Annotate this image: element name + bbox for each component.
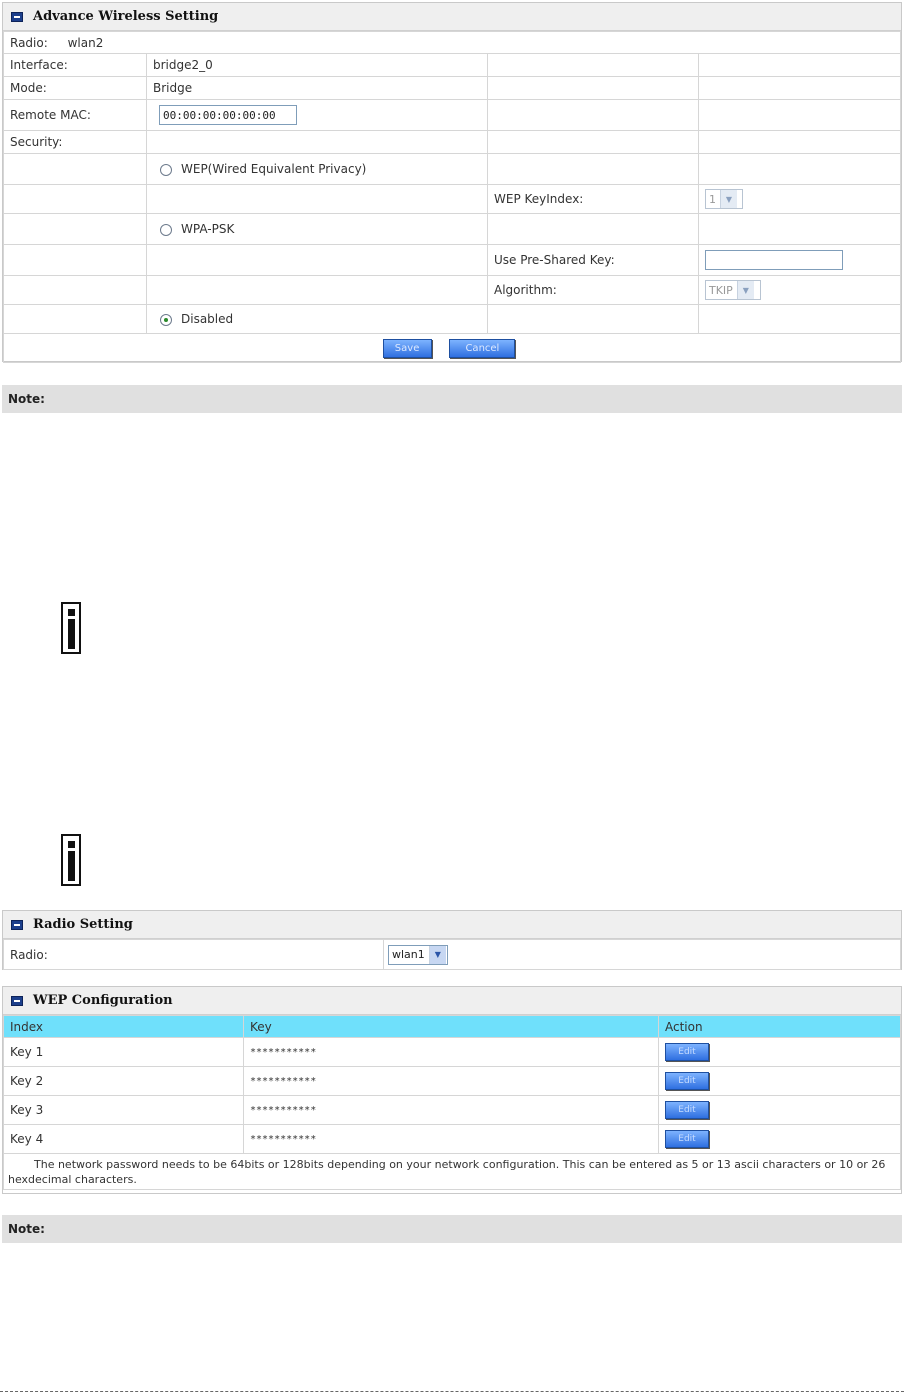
cancel-button[interactable]: Cancel [449, 338, 516, 358]
action-row: Save Cancel [3, 333, 901, 363]
note-bar-1: Note: [2, 385, 902, 413]
column-header: Index [3, 1015, 244, 1038]
remote-mac-input[interactable] [159, 105, 297, 125]
table-row: Key 2 *********** Edit [3, 1066, 901, 1096]
mode-value: Bridge [146, 76, 488, 100]
table-header-row: Index Key Action [3, 1015, 901, 1038]
table-row: Key 4 *********** Edit [3, 1124, 901, 1154]
radio-setting-header: Radio Setting [3, 911, 901, 939]
column-header: Key [243, 1015, 659, 1038]
key-index: Key 4 [3, 1124, 244, 1154]
wpa-option[interactable]: WPA-PSK [146, 213, 488, 245]
radio-label: Radio: [10, 35, 48, 50]
disabled-option[interactable]: Disabled [146, 304, 488, 334]
footnote-row: The network password needs to be 64bits … [3, 1153, 901, 1190]
dropdown-arrow-icon: ▼ [736, 281, 754, 299]
table-row: Key 1 *********** Edit [3, 1037, 901, 1067]
key-value: *********** [243, 1124, 659, 1154]
radio-select-value: wlan1 [392, 948, 425, 961]
key-value: *********** [243, 1037, 659, 1067]
algorithm-label: Algorithm: [487, 275, 699, 305]
table-row: Key 3 *********** Edit [3, 1095, 901, 1125]
radio-value: wlan2 [67, 35, 104, 50]
wep-keyindex-label: WEP KeyIndex: [487, 184, 699, 214]
edit-button[interactable]: Edit [665, 1130, 709, 1148]
save-button[interactable]: Save [382, 338, 432, 358]
wep-keyindex-value: 1 [709, 192, 716, 206]
dropdown-arrow-icon: ▼ [428, 945, 446, 964]
key-index: Key 1 [3, 1037, 244, 1067]
edit-button[interactable]: Edit [665, 1101, 709, 1119]
psk-input[interactable] [705, 250, 843, 270]
note-bar-2: Note: [2, 1215, 902, 1243]
interface-label: Interface: [3, 53, 147, 77]
section-icon [11, 11, 23, 22]
disabled-radio-icon[interactable] [160, 313, 172, 326]
security-label: Security: [3, 130, 147, 154]
wep-option-label: WEP(Wired Equivalent Privacy) [181, 162, 367, 176]
remote-mac-label: Remote MAC: [3, 99, 147, 131]
key-value: *********** [243, 1066, 659, 1096]
key-index: Key 3 [3, 1095, 244, 1125]
advance-wireless-panel: Advance Wireless Setting Radio: wlan2 In… [2, 2, 902, 363]
radio-select[interactable]: wlan1 ▼ [388, 944, 448, 965]
wep-key-table: Index Key Action Key 1 *********** Edit … [3, 1015, 901, 1190]
disabled-option-label: Disabled [181, 312, 234, 326]
page-divider [0, 1391, 904, 1392]
advance-wireless-header: Advance Wireless Setting [3, 3, 901, 31]
wep-option[interactable]: WEP(Wired Equivalent Privacy) [146, 153, 488, 185]
panel-title: Radio Setting [33, 917, 133, 932]
radio-setting-panel: Radio Setting Radio: wlan1 ▼ [2, 910, 902, 970]
info-icon [61, 602, 81, 654]
edit-button[interactable]: Edit [665, 1043, 709, 1061]
edit-button[interactable]: Edit [665, 1072, 709, 1090]
key-index: Key 2 [3, 1066, 244, 1096]
info-icon [61, 834, 81, 886]
panel-title: Advance Wireless Setting [33, 9, 219, 24]
psk-label: Use Pre-Shared Key: [487, 244, 699, 276]
radio-setting-table: Radio: wlan1 ▼ [3, 939, 901, 970]
wep-radio-icon[interactable] [160, 163, 172, 176]
algorithm-value: TKIP [709, 283, 733, 297]
section-icon [11, 919, 23, 930]
section-icon [11, 995, 23, 1006]
interface-value: bridge2_0 [146, 53, 488, 77]
radio-row: Radio: wlan2 [3, 31, 901, 54]
wpa-radio-icon[interactable] [160, 223, 172, 236]
algorithm-select[interactable]: TKIP ▼ [705, 280, 761, 300]
wep-config-header: WEP Configuration [3, 987, 901, 1015]
dropdown-arrow-icon: ▼ [720, 190, 737, 208]
key-value: *********** [243, 1095, 659, 1125]
panel-title: WEP Configuration [33, 993, 173, 1008]
radio-setting-label: Radio: [3, 939, 384, 970]
wep-config-panel: WEP Configuration Index Key Action Key 1… [2, 986, 902, 1194]
advance-settings-table: Radio: wlan2 Interface: bridge2_0 Mode: … [3, 31, 901, 363]
wpa-option-label: WPA-PSK [181, 222, 235, 236]
wep-keyindex-select[interactable]: 1 ▼ [705, 189, 743, 209]
mode-label: Mode: [3, 76, 147, 100]
wep-footnote: The network password needs to be 64bits … [8, 1158, 886, 1186]
column-header: Action [658, 1015, 901, 1038]
